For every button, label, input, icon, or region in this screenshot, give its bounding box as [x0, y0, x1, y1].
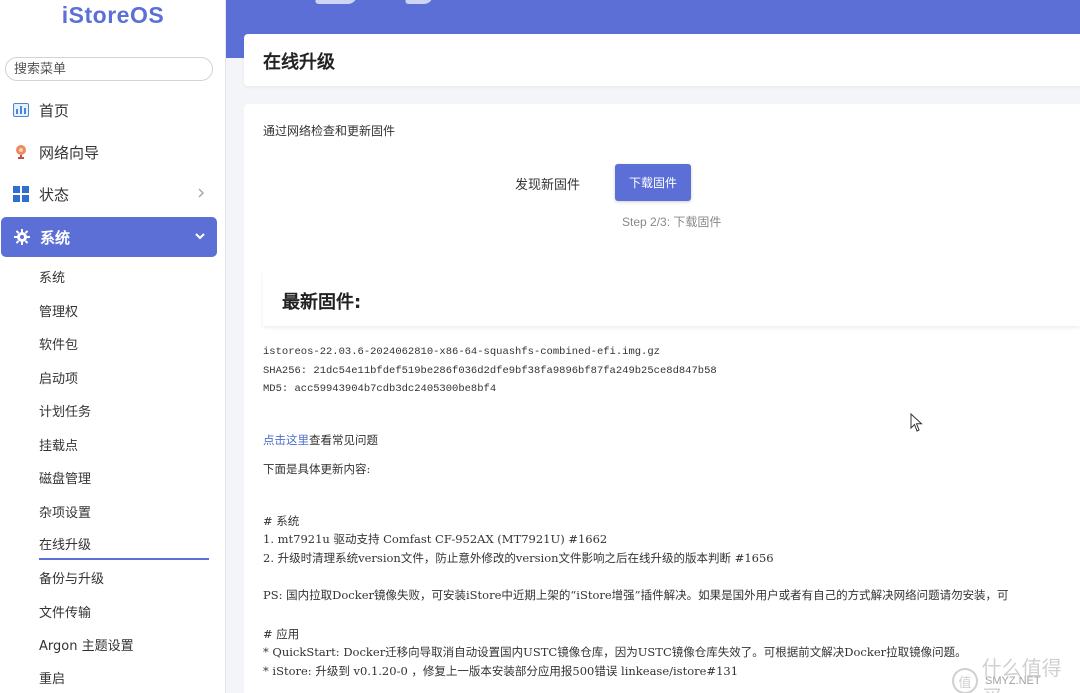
changelog-ps-note: PS: 国内拉取Docker镜像失败，可安装iStore中近期上架的“iStor…	[263, 588, 1009, 602]
found-firmware-label: 发现新固件	[515, 178, 581, 193]
globe-icon	[12, 144, 29, 161]
changelog-system-heading: # 系统	[263, 514, 300, 528]
subitem-mount-points[interactable]: 挂载点	[39, 428, 209, 460]
menu-search-input[interactable]	[5, 57, 213, 81]
page-title: 在线升级	[263, 52, 335, 73]
sidebar-item-label: 系统	[40, 228, 71, 247]
step-indicator: Step 2/3: 下载固件	[622, 215, 722, 229]
app-logo[interactable]: iStoreOS	[0, 2, 225, 29]
changelog-system-line: 2. 升级时清理系统version文件，防止意外修改的version文件影响之后…	[263, 551, 774, 565]
changelog-system-line: 1. mt7921u 驱动支持 Comfast CF-952AX (MT7921…	[263, 532, 608, 546]
subitem-file-transfer[interactable]: 文件传输	[39, 595, 209, 627]
gear-icon	[13, 229, 30, 246]
faq-text: 查看常见问题	[309, 433, 378, 447]
subitem-online-upgrade[interactable]: 在线升级	[39, 528, 209, 560]
firmware-sha256: SHA256: 21dc54e11bfdef519be286f036d2dfe9…	[263, 365, 717, 377]
changelog-app-line: * iStore: 升级到 v0.1.20-0 ，修复上一版本安装部分应用报50…	[263, 664, 739, 678]
sidebar-item-system[interactable]: 系统	[1, 217, 217, 257]
subitem-argon-theme[interactable]: Argon 主题设置	[39, 628, 209, 660]
download-firmware-button[interactable]: 下载固件	[615, 164, 691, 201]
sidebar: iStoreOS 首页 网络向导 状态 系统 系统 管理权 软件包 启动项 计划…	[0, 0, 226, 693]
subitem-packages[interactable]: 软件包	[39, 327, 209, 359]
subitem-misc-settings[interactable]: 杂项设置	[39, 495, 209, 527]
header-decoration	[403, 0, 435, 4]
changes-intro: 下面是具体更新内容:	[263, 462, 371, 476]
latest-firmware-header: 最新固件:	[263, 270, 1080, 326]
changelog-apps-heading: # 应用	[263, 627, 300, 641]
faq-line: 点击这里查看常见问题	[263, 432, 378, 448]
subitem-system[interactable]: 系统	[39, 260, 209, 292]
subitem-admin[interactable]: 管理权	[39, 294, 209, 326]
sidebar-item-label: 网络向导	[39, 143, 100, 162]
subitem-scheduled-tasks[interactable]: 计划任务	[39, 394, 209, 426]
subitem-disk-management[interactable]: 磁盘管理	[39, 461, 209, 493]
dashboard-icon	[12, 102, 29, 119]
mouse-cursor-icon	[910, 413, 923, 432]
grid-icon	[12, 186, 29, 203]
sidebar-item-network-wizard[interactable]: 网络向导	[0, 132, 218, 172]
upgrade-panel: 通过网络检查和更新固件 发现新固件 下载固件 Step 2/3: 下载固件 最新…	[244, 104, 1080, 693]
title-card: 在线升级	[244, 34, 1080, 86]
firmware-filename: istoreos-22.03.6-2024062810-x86-64-squas…	[263, 346, 660, 358]
section-description: 通过网络检查和更新固件	[263, 124, 396, 138]
watermark-site: SMYZ.NET	[985, 675, 1041, 687]
sidebar-item-home[interactable]: 首页	[0, 90, 218, 130]
subitem-backup-upgrade[interactable]: 备份与升级	[39, 561, 209, 593]
sidebar-item-label: 状态	[39, 185, 70, 204]
subitem-startup[interactable]: 启动项	[39, 361, 209, 393]
latest-firmware-title: 最新固件:	[282, 292, 362, 313]
chevron-down-icon	[195, 233, 205, 240]
header-decoration	[313, 0, 359, 4]
firmware-md5: MD5: acc59943904b7cdb3dc2405300be8bf4	[263, 383, 497, 395]
changelog-app-line: * QuickStart: Docker迁移向导取消自动设置国内USTC镜像仓库…	[263, 645, 967, 659]
subitem-reboot[interactable]: 重启	[39, 661, 209, 693]
chevron-right-icon	[198, 188, 205, 198]
watermark-logo-icon: 值	[952, 668, 978, 693]
sidebar-item-status[interactable]: 状态	[0, 174, 218, 214]
sidebar-item-label: 首页	[39, 101, 70, 120]
faq-link[interactable]: 点击这里	[263, 433, 309, 447]
